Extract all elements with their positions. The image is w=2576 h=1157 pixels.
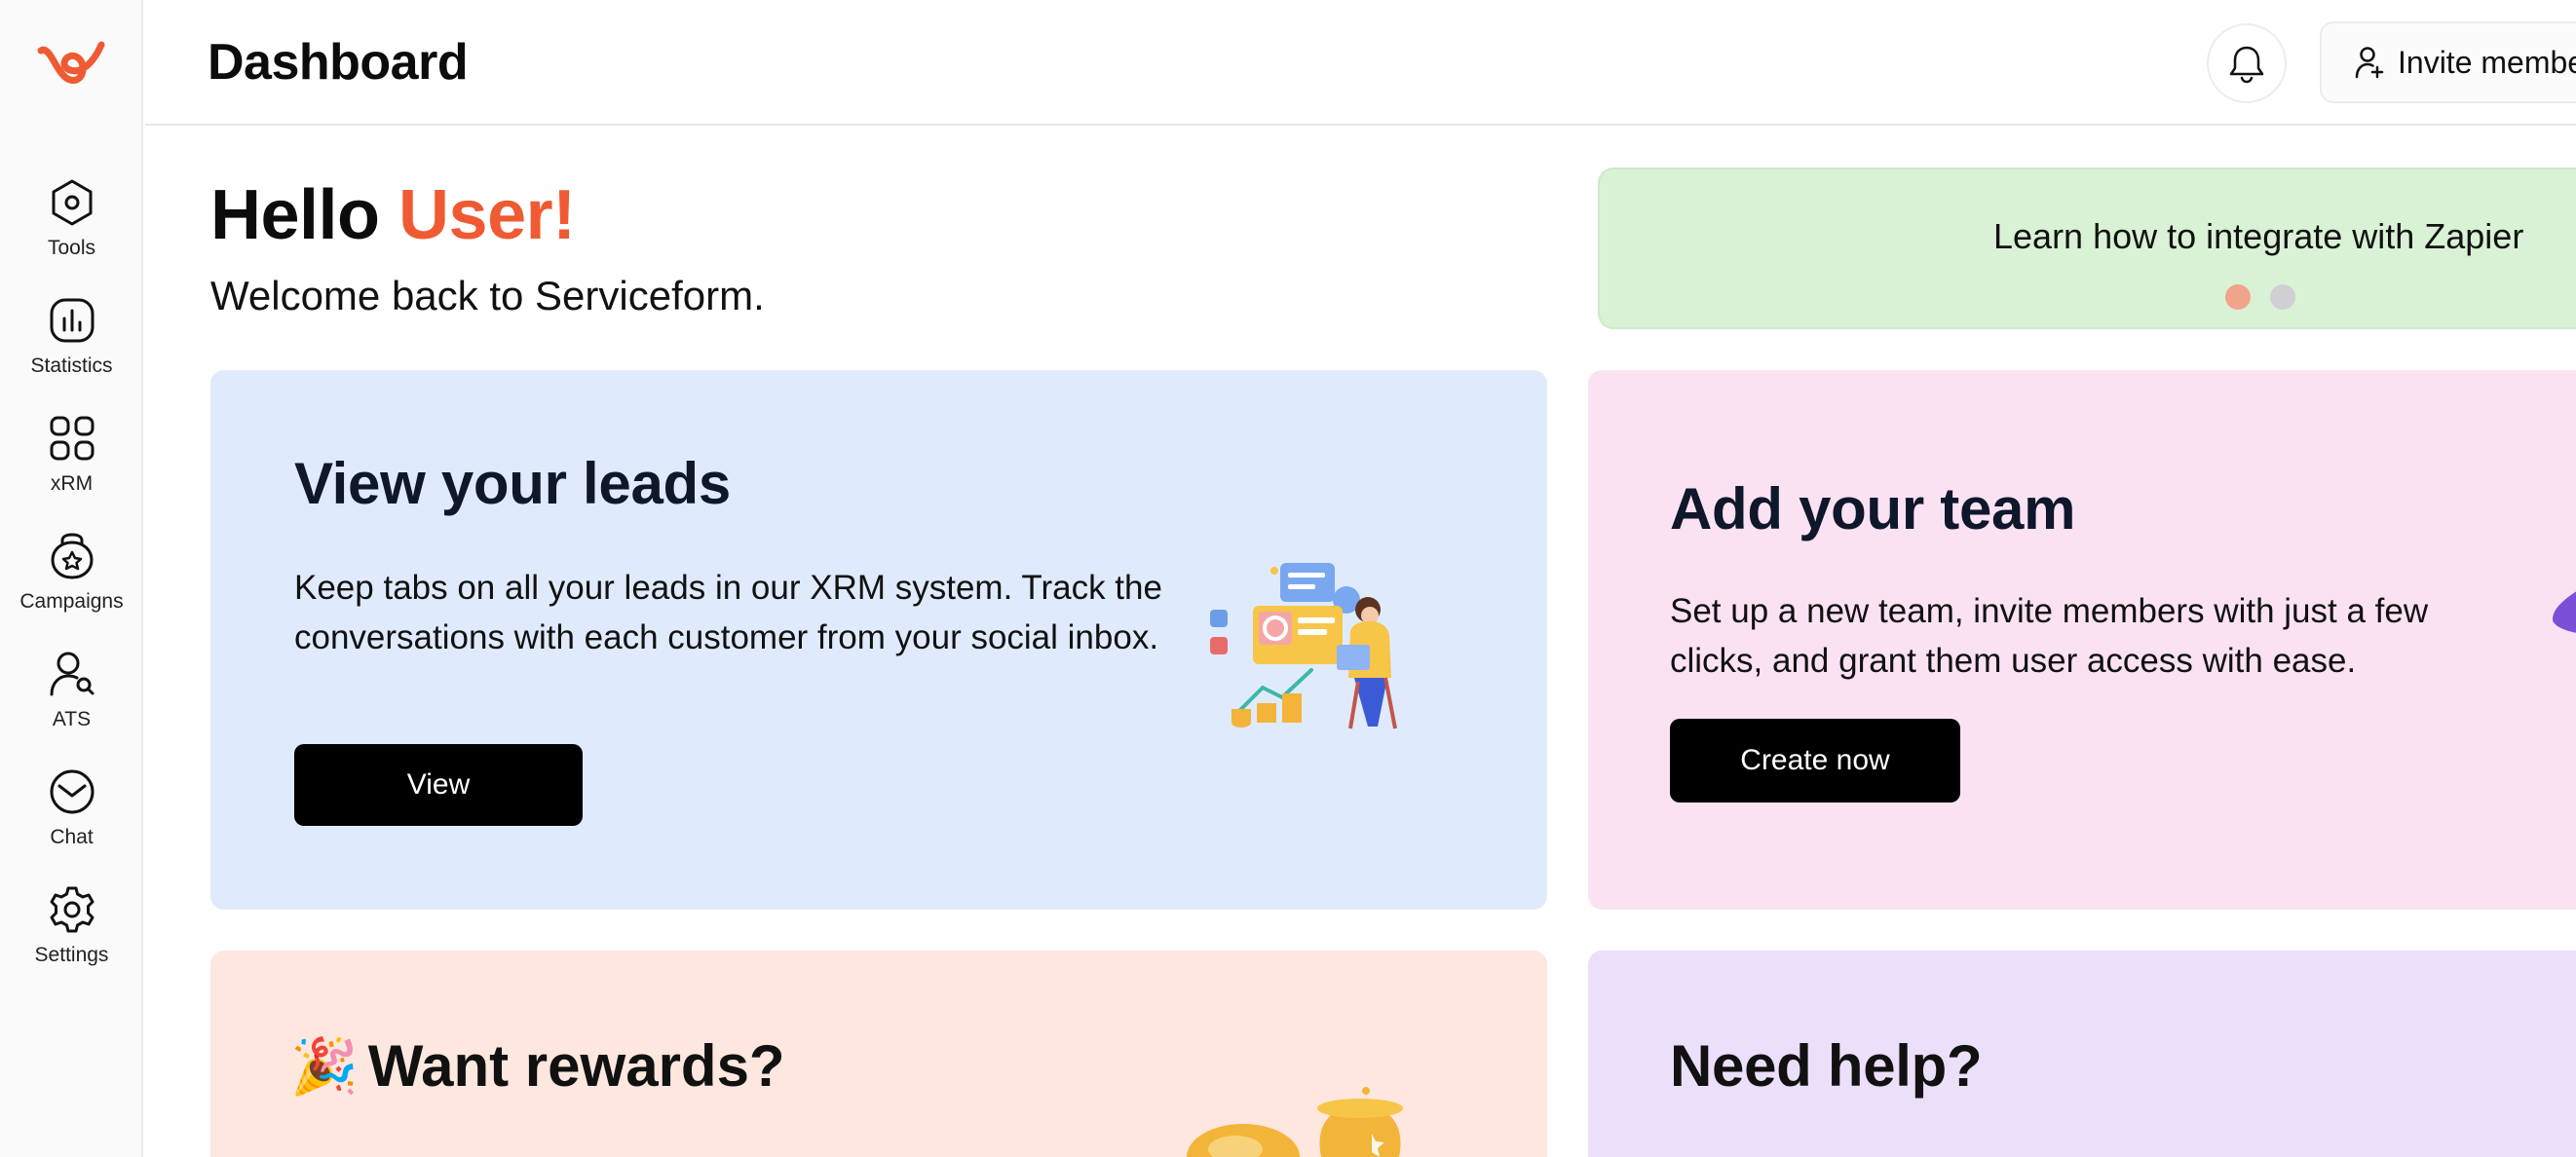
top-header: Dashboard Invite members — [145, 0, 2576, 126]
card-title: Add your team — [1670, 476, 2076, 541]
greeting-hello: Hello — [210, 176, 380, 254]
invite-members-label: Invite members — [2398, 44, 2576, 80]
sidebar-item-settings[interactable]: Settings — [0, 878, 143, 986]
trophy-illustration — [1187, 1087, 1403, 1157]
greeting-heading: Hello User! — [210, 175, 576, 255]
sidebar-item-tools[interactable]: Tools — [0, 171, 143, 279]
view-leads-button[interactable]: View — [294, 744, 583, 826]
sidebar-item-label: xRM — [50, 472, 94, 495]
invite-members-button[interactable]: Invite members — [2320, 21, 2576, 103]
grid-icon — [50, 416, 94, 461]
notifications-button[interactable] — [2207, 23, 2287, 103]
announcement-carousel[interactable]: Learn how to integrate with Zapier — [1598, 168, 2576, 329]
sidebar-item-ats[interactable]: ATS — [0, 643, 143, 750]
gear-icon — [50, 886, 94, 933]
chat-icon — [50, 769, 94, 814]
bell-icon — [2229, 46, 2264, 84]
rewards-card: 🎉 Want rewards? — [210, 951, 1547, 1157]
carousel-slide-text[interactable]: Learn how to integrate with Zapier — [1993, 216, 2523, 257]
welcome-message: Welcome back to Serviceform. — [210, 273, 765, 318]
sidebar-item-label: Statistics — [30, 355, 113, 377]
campaign-badge-icon — [50, 533, 94, 579]
serviceform-logo-icon[interactable] — [37, 37, 107, 88]
sidebar-item-label: Campaigns — [19, 590, 124, 613]
create-team-button[interactable]: Create now — [1670, 719, 1960, 802]
carousel-dot[interactable] — [2270, 284, 2295, 310]
add-team-card: Add your team Set up a new team, invite … — [1588, 370, 2576, 910]
sidebar-item-xrm[interactable]: xRM — [0, 407, 143, 514]
hexagon-icon — [52, 179, 92, 226]
sidebar-item-label: Tools — [47, 237, 96, 259]
sidebar-item-label: ATS — [52, 708, 92, 730]
card-title: Need help? — [1670, 1033, 1983, 1099]
carousel-dot-active[interactable] — [2225, 284, 2251, 310]
team-illustration-fragment — [2553, 591, 2576, 633]
user-search-icon — [50, 652, 94, 696]
page-title: Dashboard — [208, 34, 469, 91]
sidebar-item-label: Settings — [34, 944, 109, 966]
rewards-heading: 🎉 Want rewards? — [290, 1032, 785, 1100]
card-title: View your leads — [294, 451, 731, 516]
card-description: Set up a new team, invite members with j… — [1670, 592, 2429, 680]
sidebar-item-label: Chat — [50, 826, 94, 848]
user-add-icon — [2355, 47, 2384, 79]
card-description: Keep tabs on all your leads in our XRM s… — [294, 569, 1162, 656]
sidebar: Tools Statistics xRM Campaigns ATS Chat … — [0, 0, 143, 1157]
view-leads-card: View your leads Keep tabs on all your le… — [210, 370, 1547, 910]
bar-chart-icon — [50, 298, 94, 343]
need-help-card: Need help? — [1588, 951, 2576, 1157]
sidebar-item-statistics[interactable]: Statistics — [0, 289, 143, 396]
party-popper-icon: 🎉 — [290, 1034, 359, 1099]
leads-illustration — [1210, 563, 1397, 729]
sidebar-item-chat[interactable]: Chat — [0, 761, 143, 868]
card-title: Want rewards? — [367, 1033, 785, 1099]
sidebar-item-campaigns[interactable]: Campaigns — [0, 525, 143, 632]
greeting-username: User! — [398, 176, 576, 254]
